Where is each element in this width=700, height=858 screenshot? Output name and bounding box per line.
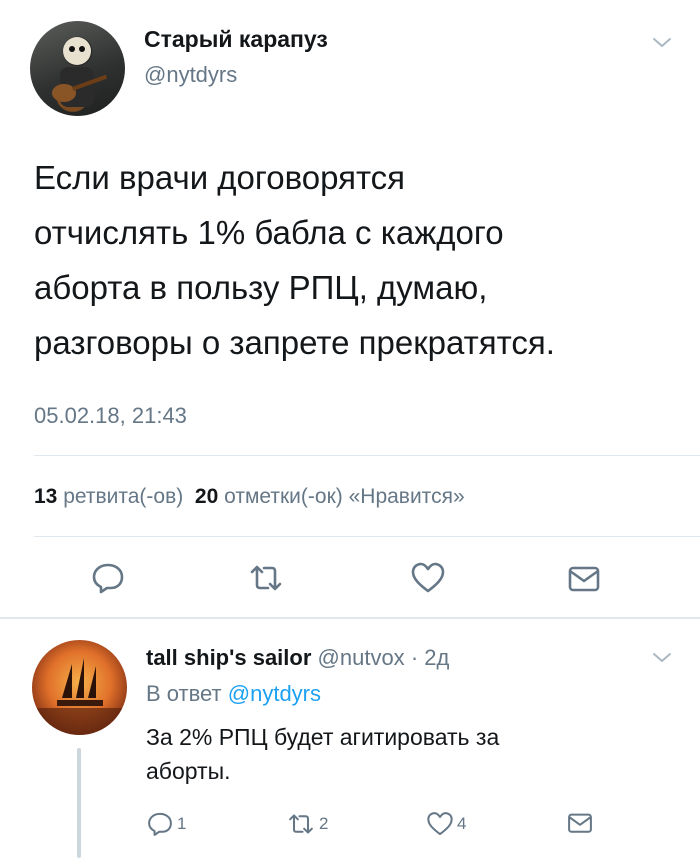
tweet-text-line: разговоры о запрете прекратятся. [34, 324, 555, 361]
reply-dm-button[interactable] [566, 810, 594, 838]
tweet-stats: 13 ретвита(-ов) 20 отметки(-ок) «Нравитс… [34, 485, 465, 509]
author-avatar[interactable] [30, 21, 125, 116]
author-name[interactable]: Старый карапуз [144, 26, 328, 53]
divider [34, 536, 700, 537]
retweets-label[interactable]: ретвита(-ов) [63, 485, 183, 508]
author-handle[interactable]: @nytdyrs [144, 62, 237, 88]
tweet-text-line: Если врачи договорятся [34, 159, 406, 196]
in-reply-mention[interactable]: @nytdyrs [228, 681, 321, 706]
reply-icon[interactable] [90, 560, 126, 596]
reply-text: За 2% РПЦ будет агитировать за аборты. [146, 720, 666, 788]
retweet-icon [289, 814, 313, 834]
likes-label[interactable]: отметки(-ок) «Нравится» [224, 485, 465, 508]
tweet-text-line: отчислять 1% бабла с каждого [34, 214, 504, 251]
divider [34, 455, 700, 456]
sailing-ship-figure [32, 658, 127, 735]
reply-retweet-button[interactable]: 2 [286, 810, 328, 838]
reply-icon [148, 812, 172, 836]
thread-line [77, 748, 81, 858]
reply-like-button[interactable]: 4 [426, 810, 466, 838]
reply-count: 1 [177, 814, 187, 833]
reply-time[interactable]: · 2д [411, 645, 450, 670]
guitar-player-figure [52, 37, 108, 107]
retweets-count[interactable]: 13 [34, 485, 57, 508]
like-count: 4 [457, 814, 467, 833]
reply-reply-button[interactable]: 1 [146, 810, 186, 838]
in-reply-to: В ответ @nytdyrs [146, 681, 321, 707]
like-icon [427, 812, 453, 836]
retweet-icon[interactable] [248, 560, 284, 596]
retweet-count: 2 [319, 814, 329, 833]
reply-author-name[interactable]: tall ship's sailor [146, 645, 311, 670]
likes-count[interactable]: 20 [195, 485, 218, 508]
chevron-down-icon[interactable] [650, 30, 674, 54]
tweet-text-line: аборта в пользу РПЦ, думаю, [34, 269, 488, 306]
reply-text-line: аборты. [146, 758, 231, 784]
dm-icon [568, 813, 592, 833]
in-reply-prefix: В ответ [146, 681, 222, 706]
reply-author-avatar[interactable] [32, 640, 127, 735]
reply-text-line: За 2% РПЦ будет агитировать за [146, 724, 500, 750]
dm-icon[interactable] [566, 562, 602, 598]
tweet-timestamp: 05.02.18, 21:43 [34, 403, 187, 428]
reply-header: tall ship's sailor @nutvox · 2д [146, 645, 449, 671]
like-icon[interactable] [410, 560, 446, 596]
section-divider [0, 617, 700, 619]
chevron-down-icon[interactable] [650, 645, 674, 669]
tweet-text: Если врачи договорятся отчислять 1% бабл… [34, 150, 674, 370]
reply-author-handle[interactable]: @nutvox [318, 645, 405, 670]
